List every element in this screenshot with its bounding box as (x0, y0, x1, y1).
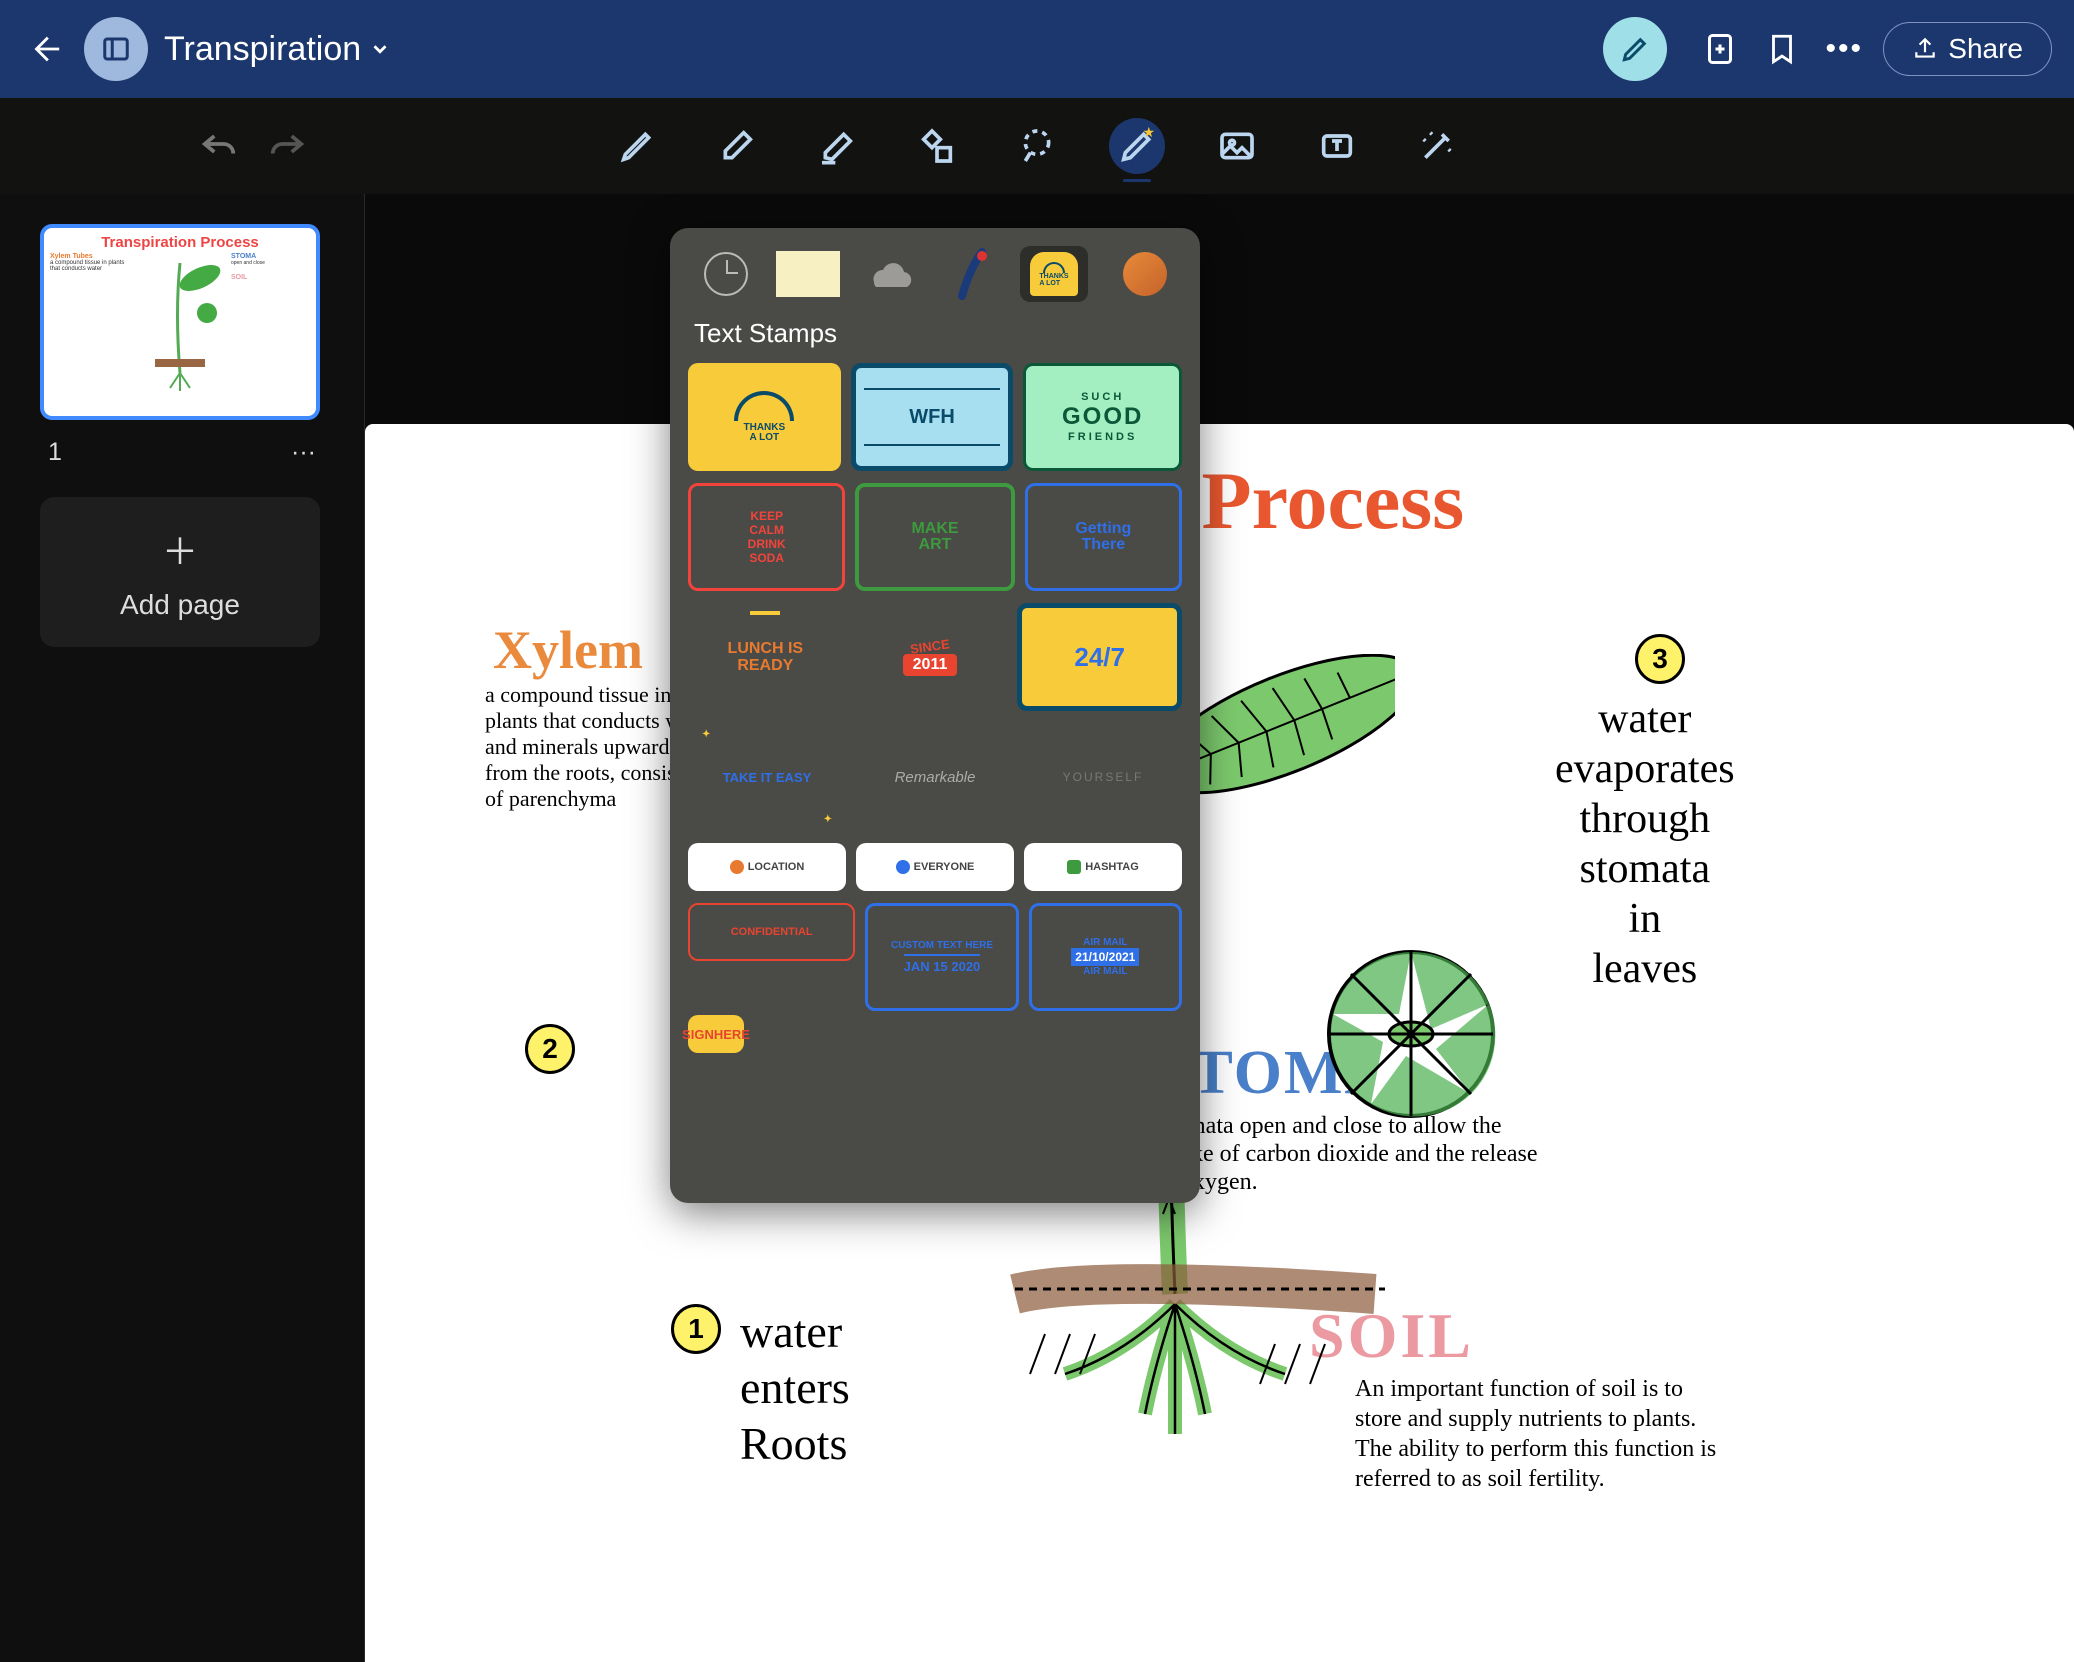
add-page-label: Add page (120, 589, 240, 621)
thumb-title: Transpiration Process (50, 234, 310, 251)
category-title: Text Stamps (670, 312, 1200, 363)
category-planets[interactable] (1102, 246, 1170, 302)
shape-tool[interactable] (909, 118, 965, 174)
sticker-popup: THANKSA LOT Text Stamps THANKSA LOT WFH … (670, 228, 1200, 1203)
note-icon (776, 251, 840, 297)
stoma-drawing (1321, 944, 1501, 1124)
page-content: Transpiration Process Xylem a compound t… (365, 424, 2074, 1662)
share-label: Share (1948, 33, 2023, 65)
more-button[interactable]: ••• (1821, 26, 1867, 72)
step3-text: water evaporates through stomata in leav… (1555, 694, 1735, 994)
stamp-wfh[interactable]: WFH (851, 363, 1014, 471)
pen-mode-button[interactable] (1603, 17, 1667, 81)
star-icon: ★ (1142, 124, 1155, 141)
person-icon (896, 860, 910, 874)
image-tool[interactable] (1209, 118, 1265, 174)
stamp-sign-here[interactable]: SIGNHERE (688, 1015, 744, 1053)
stamp-make-art[interactable]: MAKEART (855, 483, 1014, 591)
sticker-tool[interactable]: ★ (1109, 118, 1165, 174)
category-pens[interactable] (938, 246, 1006, 302)
stamp-247[interactable]: 24/7 (1017, 603, 1182, 711)
stamp-grid[interactable]: THANKSA LOT WFH SUCHGOODFRIENDS KEEPCALM… (670, 363, 1200, 1203)
cloud-icon (862, 254, 918, 294)
hash-icon (1067, 860, 1081, 874)
thanks-stamp-icon: THANKSA LOT (1030, 252, 1078, 296)
share-button[interactable]: Share (1883, 22, 2052, 76)
stamp-since-2011[interactable]: SINCE2011 (853, 603, 1008, 711)
redo-button[interactable] (268, 130, 306, 163)
soil-text: An important function of soil is to stor… (1355, 1374, 1725, 1494)
step1-text: water enters Roots (740, 1304, 850, 1472)
thumb-plant-icon (135, 253, 225, 393)
highlighter-tool[interactable] (809, 118, 865, 174)
page-more-button[interactable]: ··· (291, 438, 316, 467)
pen-tool[interactable] (609, 118, 665, 174)
stamp-good-friends[interactable]: SUCHGOODFRIENDS (1023, 363, 1182, 471)
back-button[interactable] (22, 26, 68, 72)
stamp-take-it-easy[interactable]: TAKE IT EASY (688, 723, 846, 831)
pin-icon (730, 860, 744, 874)
page-number: 1 (48, 438, 62, 467)
stamp-location[interactable]: LOCATION (688, 843, 846, 891)
stamp-everyone[interactable]: EVERYONE (856, 843, 1014, 891)
page-thumbnail[interactable]: Transpiration Process Xylem Tubesa compo… (40, 224, 320, 420)
step2-badge: 2 (525, 1024, 575, 1074)
text-tool[interactable] (1309, 118, 1365, 174)
stamp-date[interactable]: CUSTOM TEXT HEREJAN 15 2020 (865, 903, 1018, 1011)
add-page-button[interactable]: ＋ Add page (40, 497, 320, 647)
document-title[interactable]: Transpiration (164, 30, 391, 69)
add-page-top-button[interactable] (1697, 26, 1743, 72)
stamp-remarkable[interactable]: Remarkable (856, 723, 1014, 831)
clock-icon (704, 252, 748, 296)
step1-badge: 1 (671, 1304, 721, 1354)
stamp-hashtag[interactable]: HASHTAG (1024, 843, 1182, 891)
magic-tool[interactable] (1409, 118, 1465, 174)
stamp-lunch-ready[interactable]: LUNCH ISREADY (688, 603, 843, 711)
category-thoughts[interactable] (856, 246, 924, 302)
page-sidebar: Transpiration Process Xylem Tubesa compo… (0, 194, 365, 1662)
stamp-thanks[interactable]: THANKSA LOT (688, 363, 841, 471)
plus-icon: ＋ (162, 523, 198, 575)
lasso-tool[interactable] (1009, 118, 1065, 174)
eraser-tool[interactable] (709, 118, 765, 174)
pen-feather-icon (952, 248, 992, 300)
stamp-getting-there[interactable]: GettingThere (1025, 483, 1182, 591)
category-notes[interactable] (774, 246, 842, 302)
canvas[interactable]: Transpiration Process Xylem a compound t… (365, 194, 2074, 1662)
category-recent[interactable] (692, 246, 760, 302)
category-text-stamps[interactable]: THANKSA LOT (1020, 246, 1088, 302)
stamp-yourself[interactable]: YOURSELF (1024, 723, 1182, 831)
stamp-confidential[interactable]: CONFIDENTIAL (688, 903, 855, 961)
panel-toggle-button[interactable] (84, 17, 148, 81)
share-icon (1912, 36, 1938, 62)
xylem-heading: Xylem (493, 619, 643, 681)
undo-button[interactable] (200, 130, 238, 163)
planet-icon (1123, 252, 1167, 296)
step3-badge: 3 (1635, 634, 1685, 684)
bookmark-button[interactable] (1759, 26, 1805, 72)
stamp-keep-calm[interactable]: KEEPCALMDRINKSODA (688, 483, 845, 591)
document-title-text: Transpiration (164, 30, 361, 69)
chevron-down-icon (369, 38, 391, 60)
stamp-airmail[interactable]: AIR MAIL21/10/2021AIR MAIL (1029, 903, 1182, 1011)
